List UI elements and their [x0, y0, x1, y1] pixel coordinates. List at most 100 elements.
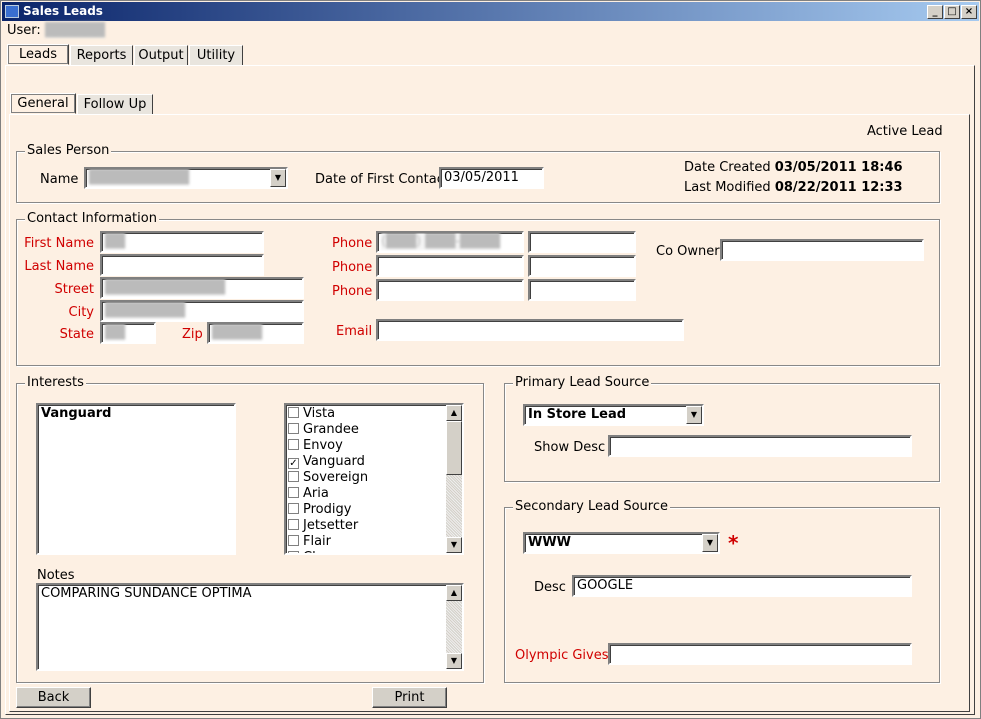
checkbox-icon[interactable]	[288, 551, 299, 553]
co-owner-field[interactable]	[720, 239, 924, 261]
date-first-contact-field[interactable]: 03/05/2011	[439, 167, 544, 189]
app-icon	[5, 5, 19, 18]
desc-label: Desc	[534, 580, 566, 595]
sales-leads-window: Sales Leads _ □ × User: ██████ Leads Rep…	[0, 0, 981, 719]
checkbox-checked-icon[interactable]: ✓	[288, 458, 299, 469]
tab-utility[interactable]: Utility	[189, 45, 243, 66]
tab-output[interactable]: Output	[134, 45, 188, 66]
sales-person-select[interactable]: ██████████ ▼	[84, 167, 288, 189]
city-value: ████████	[105, 302, 185, 319]
interest-option[interactable]: Grandee	[288, 422, 359, 438]
checkbox-icon[interactable]	[288, 535, 299, 546]
chevron-down-icon[interactable]: ▼	[702, 534, 718, 552]
notes-textarea[interactable]: COMPARING SUNDANCE OPTIMA ▲ ▼	[36, 583, 464, 671]
minimize-button[interactable]: _	[927, 5, 943, 19]
olympic-gives-label: Olympic Gives	[515, 648, 609, 663]
close-button[interactable]: ×	[961, 5, 977, 19]
secondary-source-select[interactable]: WWW ▼	[523, 532, 720, 554]
first-name-label: First Name	[24, 236, 94, 251]
city-label: City	[68, 305, 94, 320]
tab-follow-up[interactable]: Follow Up	[77, 94, 153, 115]
checkbox-icon[interactable]	[288, 423, 299, 434]
interest-option[interactable]: Envoy	[288, 438, 343, 454]
interest-option-label: Grandee	[303, 422, 359, 437]
interest-option-label: Cl...	[303, 550, 328, 553]
tab-leads[interactable]: Leads	[7, 44, 69, 65]
phone1-ext-field[interactable]	[528, 231, 636, 253]
tab-reports[interactable]: Reports	[70, 45, 133, 66]
interests-scrollbar[interactable]: ▲ ▼	[446, 405, 462, 553]
street-value: ████████████	[105, 279, 225, 296]
phone2-field[interactable]	[376, 255, 524, 277]
primary-source-value: In Store Lead	[528, 407, 627, 422]
show-desc-field[interactable]	[608, 435, 912, 457]
co-owner-label: Co Owner	[656, 244, 720, 259]
interest-option[interactable]: Jetsetter	[288, 518, 358, 534]
interest-option[interactable]: Prodigy	[288, 502, 351, 518]
olympic-gives-field[interactable]	[608, 643, 912, 665]
back-button[interactable]: Back	[16, 687, 91, 708]
notes-value: COMPARING SUNDANCE OPTIMA	[41, 586, 252, 601]
street-label: Street	[54, 282, 94, 297]
interest-option[interactable]: ✓ Vanguard	[288, 454, 365, 470]
checkbox-icon[interactable]	[288, 471, 299, 482]
lead-status: Active Lead	[867, 124, 943, 139]
checkbox-icon[interactable]	[288, 407, 299, 418]
last-name-field[interactable]	[100, 254, 264, 276]
city-field[interactable]: ████████	[100, 300, 304, 322]
interest-option[interactable]: Sovereign	[288, 470, 368, 486]
street-field[interactable]: ████████████	[100, 277, 304, 299]
contact-info-legend: Contact Information	[25, 211, 159, 226]
tab-general[interactable]: General	[10, 93, 76, 114]
print-button[interactable]: Print	[372, 687, 447, 708]
selected-interests-list[interactable]: Vanguard	[36, 403, 236, 555]
interest-option-label: Envoy	[303, 438, 343, 453]
scroll-up-icon[interactable]: ▲	[446, 405, 462, 421]
notes-scroll-up-icon[interactable]: ▲	[446, 585, 462, 601]
interest-option[interactable]: Aria	[288, 486, 329, 502]
interest-option[interactable]: Cl...	[288, 550, 328, 553]
checkbox-icon[interactable]	[288, 487, 299, 498]
phone2-ext-field[interactable]	[528, 255, 636, 277]
phone1-field[interactable]: (███) ███-████	[376, 231, 524, 253]
primary-source-select[interactable]: In Store Lead ▼	[523, 404, 704, 426]
interest-option-label: Aria	[303, 486, 329, 501]
checkbox-icon[interactable]	[288, 439, 299, 450]
notes-scroll-down-icon[interactable]: ▼	[446, 653, 462, 669]
phone3-field[interactable]	[376, 279, 524, 301]
scroll-down-icon[interactable]: ▼	[446, 537, 462, 553]
chevron-down-icon[interactable]: ▼	[270, 169, 286, 187]
email-label: Email	[336, 324, 373, 339]
zip-value: █████	[212, 324, 262, 341]
chevron-down-icon[interactable]: ▼	[686, 406, 702, 424]
notes-scrollbar[interactable]: ▲ ▼	[446, 585, 462, 669]
email-field[interactable]	[376, 319, 684, 341]
desc-field[interactable]: GOOGLE	[572, 575, 912, 597]
date-created-row: Date Created 03/05/2011 18:46	[684, 160, 903, 175]
show-desc-label: Show Desc	[534, 440, 606, 455]
phone3-ext-field[interactable]	[528, 279, 636, 301]
secondary-lead-source-legend: Secondary Lead Source	[513, 499, 670, 514]
user-label: User:	[7, 23, 41, 38]
interest-option-label: Prodigy	[303, 502, 352, 517]
interest-option-label: Vista	[303, 406, 336, 421]
notes-label: Notes	[37, 568, 75, 583]
phone1-value: (███) ███-████	[381, 233, 500, 250]
first-name-field[interactable]: ██	[100, 231, 264, 253]
interest-option[interactable]: Vista	[288, 406, 335, 422]
interest-option-label: Jetsetter	[303, 518, 359, 533]
checkbox-icon[interactable]	[288, 503, 299, 514]
scroll-thumb[interactable]	[446, 421, 462, 475]
primary-lead-source-group: Primary Lead Source	[504, 375, 940, 482]
title-bar[interactable]: Sales Leads _ □ ×	[2, 2, 979, 21]
secondary-source-value: WWW	[528, 535, 572, 550]
zip-field[interactable]: █████	[207, 322, 304, 344]
interests-legend: Interests	[25, 375, 86, 390]
selected-interest-item[interactable]: Vanguard	[38, 405, 234, 422]
name-label: Name	[40, 172, 79, 187]
interests-checklist[interactable]: Vista Grandee Envoy ✓ Vanguard Sovereign Aria P…	[284, 403, 464, 555]
checkbox-icon[interactable]	[288, 519, 299, 530]
state-field[interactable]: ██	[100, 322, 156, 344]
interest-option[interactable]: Flair	[288, 534, 331, 550]
maximize-button[interactable]: □	[944, 5, 960, 19]
